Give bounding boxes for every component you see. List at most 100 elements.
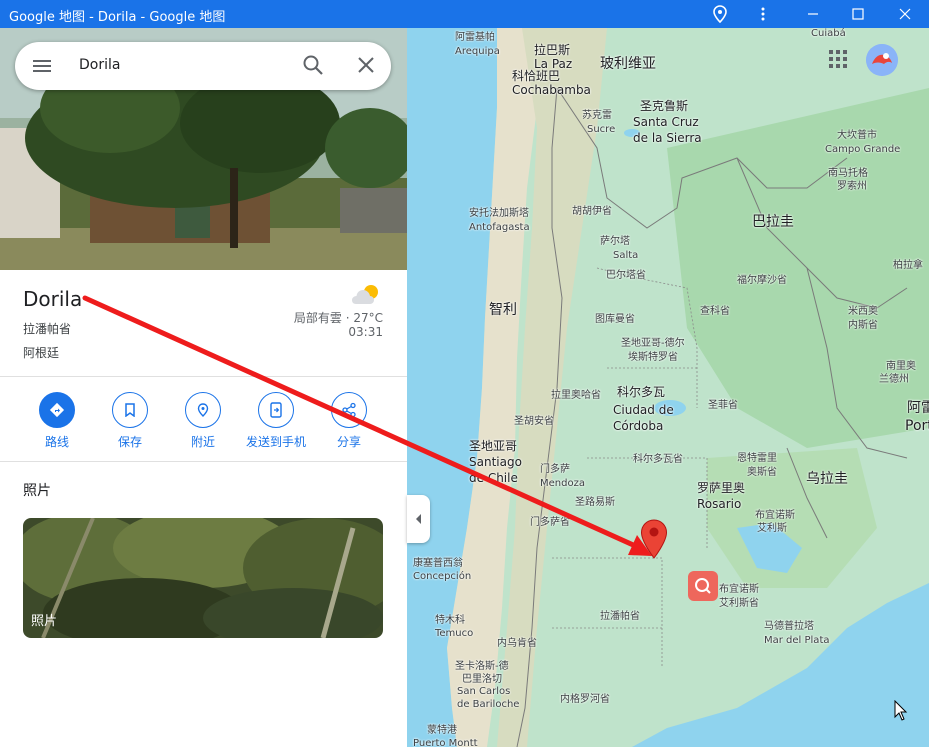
search-input[interactable]: Dorila <box>79 57 120 73</box>
apps-grid-icon[interactable] <box>829 50 847 72</box>
map-label: Córdoba <box>613 419 664 433</box>
map-label: 内乌肯省 <box>497 638 537 649</box>
map-label: 南马托格 <box>828 168 868 179</box>
mouse-cursor-icon <box>894 700 908 721</box>
map-label: 内格罗河省 <box>560 694 610 705</box>
map-label: San Carlos <box>457 686 511 697</box>
place-hero-photo[interactable]: Dorila <box>0 28 407 270</box>
directions-icon <box>39 392 75 428</box>
map-label: Arequipa <box>455 46 500 57</box>
map-label: 图库曼省 <box>595 314 635 325</box>
map-label: Mendoza <box>540 478 585 489</box>
map-label: 奥斯省 <box>747 467 777 478</box>
map-label: 米西奥 <box>848 306 878 317</box>
search-icon[interactable] <box>302 54 324 80</box>
place-country: 阿根廷 <box>23 346 60 360</box>
clear-search-icon[interactable] <box>355 54 377 80</box>
bookmark-icon <box>112 392 148 428</box>
menu-icon[interactable] <box>31 56 53 80</box>
map-label: 康塞普西翁 <box>413 558 463 569</box>
map-label: Cochabamba <box>512 83 591 97</box>
map-label: 科恰班巴 <box>512 69 561 83</box>
map-label: Salta <box>613 250 639 261</box>
directions-button[interactable]: 路线 <box>17 392 97 450</box>
photo-card[interactable]: 照片 <box>23 518 383 638</box>
map-canvas[interactable]: 阿雷基帕 Arequipa 拉巴斯 La Paz Cuiabá 科恰班巴 Cochabamb… <box>407 28 929 747</box>
send-to-phone-button[interactable]: 发送到手机 <box>236 392 316 450</box>
chevron-left-icon <box>415 514 421 524</box>
search-result-marker-icon[interactable] <box>688 571 718 601</box>
map-label: Antofagasta <box>469 222 530 233</box>
location-icon[interactable] <box>702 0 738 28</box>
map-label: de la Sierra <box>633 131 702 145</box>
nearby-button[interactable]: 附近 <box>163 392 243 450</box>
map-label: Cuiabá <box>811 28 846 39</box>
map-label: 罗索州 <box>837 181 867 192</box>
map-label: Campo Grande <box>825 144 901 155</box>
map-label: 阿雷 <box>907 400 929 416</box>
map-label: 大坎普市 <box>837 130 877 141</box>
directions-label: 路线 <box>44 435 69 449</box>
photos-heading: 照片 <box>23 483 51 499</box>
close-icon[interactable] <box>887 0 923 28</box>
map-label: 福尔摩沙省 <box>737 275 787 286</box>
place-region: 拉潘帕省 <box>23 322 72 336</box>
map-label: 巴拉圭 <box>752 214 794 230</box>
share-button[interactable]: 分享 <box>309 392 389 450</box>
divider <box>0 376 407 377</box>
map-label: Puerto Montt <box>413 738 478 747</box>
map-label: 科尔多瓦 <box>617 385 666 399</box>
map-label: 门多萨 <box>540 464 570 475</box>
map-label: 拉里奥哈省 <box>551 390 601 401</box>
maximize-icon[interactable] <box>840 0 876 28</box>
map-label: 科尔多瓦省 <box>633 454 683 465</box>
save-label: 保存 <box>117 435 142 449</box>
map-label: de Chile <box>469 471 518 485</box>
map-label: 玻利维亚 <box>600 56 656 72</box>
save-button[interactable]: 保存 <box>90 392 170 450</box>
send-to-phone-icon <box>258 392 294 428</box>
map-label: 埃斯特罗省 <box>628 352 678 363</box>
map-label: 恩特雷里 <box>737 453 777 464</box>
map-label: 圣克鲁斯 <box>640 99 689 113</box>
place-marker-icon[interactable] <box>640 519 668 559</box>
weather-time: 03:31 <box>348 325 383 339</box>
map-label: 阿雷基帕 <box>455 32 495 43</box>
map-label: Temuco <box>435 628 474 639</box>
map-label: Santa Cruz <box>633 115 699 129</box>
map-label: 圣路易斯 <box>575 497 615 508</box>
map-label: 巴尔塔省 <box>606 270 646 281</box>
map-label: 布宜诺斯 <box>719 584 759 595</box>
map-label: Porto <box>905 418 929 434</box>
map-label: Rosario <box>697 497 742 511</box>
map-label: 南里奥 <box>886 361 916 372</box>
nearby-label: 附近 <box>190 435 215 449</box>
map-label: 查科省 <box>700 306 730 317</box>
place-panel: Dorila Dorila 拉潘帕省 阿根廷 局部有雲 · 27°C 03:31… <box>0 28 407 747</box>
map-label: 马德普拉塔 <box>764 621 814 632</box>
map-label: 罗萨里奥 <box>697 481 746 495</box>
window-titlebar: Google 地图 - Dorila - Google 地图 <box>0 0 929 28</box>
more-vert-icon[interactable] <box>745 0 781 28</box>
map-label: 圣卡洛斯-德 <box>455 661 509 672</box>
map-label: 拉潘帕省 <box>600 611 640 622</box>
map-label: 圣地亚哥-德尔 <box>621 338 685 349</box>
avatar[interactable] <box>866 44 898 76</box>
map-label: Ciudad de <box>613 403 674 417</box>
minimize-icon[interactable] <box>795 0 831 28</box>
map-label: 内斯省 <box>848 320 878 331</box>
map-label: 智利 <box>489 302 517 318</box>
map-label: 门多萨省 <box>530 517 570 528</box>
search-box[interactable]: Dorila <box>15 42 391 90</box>
map-label: 艾利斯 <box>757 523 787 534</box>
collapse-panel-button[interactable] <box>407 495 430 543</box>
map-label: 萨尔塔 <box>600 236 630 247</box>
map-label: Sucre <box>587 124 616 135</box>
map-label: 圣胡安省 <box>514 416 554 427</box>
map-label: 苏克雷 <box>582 110 612 121</box>
map-label: 布宜诺斯 <box>755 510 795 521</box>
map-label: 蒙特港 <box>427 725 457 736</box>
partly-cloudy-icon <box>350 282 384 312</box>
map-label: 胡胡伊省 <box>572 206 612 217</box>
weather-condition: 局部有雲 · 27°C <box>293 311 383 325</box>
